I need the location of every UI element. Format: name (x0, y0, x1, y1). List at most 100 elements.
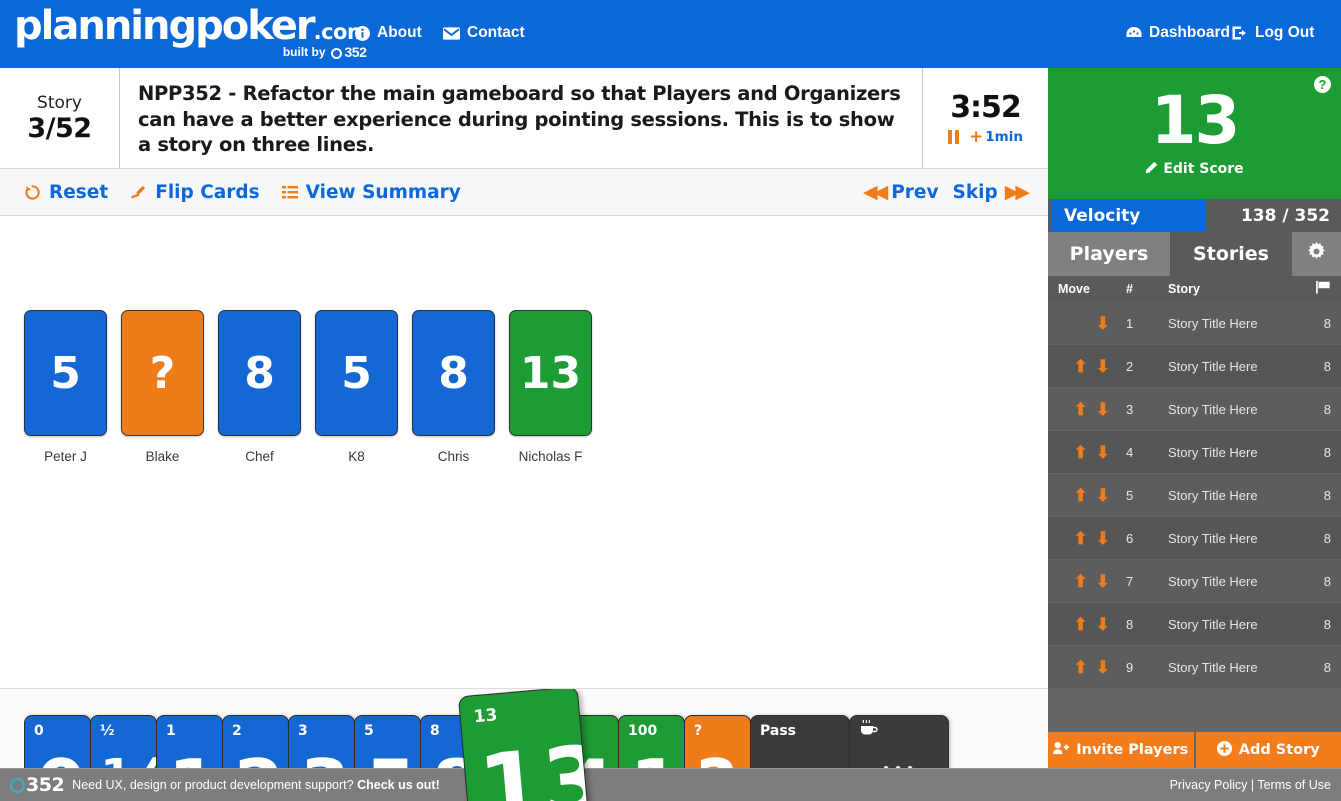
table-row[interactable]: ⬆ ⬇ 5 Story Title Here 8 (1048, 474, 1341, 517)
edit-score-button[interactable]: Edit Score (1145, 161, 1244, 178)
logout-link[interactable]: Log Out (1232, 24, 1314, 42)
row-number: 4 (1126, 444, 1134, 460)
pause-icon[interactable] (948, 130, 960, 144)
row-story-title: Story Title Here (1168, 315, 1258, 331)
move-up-icon[interactable]: ⬆ (1074, 659, 1088, 676)
deck-card-selected-13[interactable]: 13 13 (457, 689, 593, 801)
story-counter-label: Story (37, 93, 82, 113)
move-down-icon[interactable]: ⬇ (1096, 358, 1110, 375)
dashboard-link[interactable]: Dashboard (1126, 24, 1230, 42)
help-icon[interactable]: ? (1314, 76, 1331, 93)
gavel-icon (130, 184, 147, 201)
footer-right: Privacy Policy | Terms of Use (1170, 778, 1341, 792)
column-header-number: # (1126, 282, 1133, 296)
move-up-icon[interactable]: ⬆ (1074, 616, 1088, 633)
table-row[interactable]: ⬆ ⬇ 3 Story Title Here 8 (1048, 388, 1341, 431)
table-row[interactable]: ⬆ ⬇ 9 Story Title Here 8 (1048, 646, 1341, 689)
prev-story-button[interactable]: ◀◀ Prev (863, 182, 939, 203)
row-move-controls: ⬆ ⬇ (1048, 401, 1126, 418)
row-move-controls: ⬆ ⬇ (1048, 358, 1126, 375)
envelope-icon (443, 26, 460, 40)
stories-list: ⬆ ⬇ 1 Story Title Here 8 ⬆ ⬇ 2 Story Tit… (1048, 302, 1341, 689)
add-story-button[interactable]: Add Story (1195, 732, 1341, 768)
player-name: Blake (145, 449, 180, 464)
skip-story-button[interactable]: Skip ▶▶ (953, 180, 1030, 203)
footer-352-logo[interactable]: 352 (10, 774, 65, 796)
row-story-title: Story Title Here (1168, 573, 1258, 589)
add-story-label: Add Story (1238, 742, 1320, 758)
players-area: 5 Peter J ? Blake 8 Chef 5 K8 8 Chris 13… (0, 216, 1048, 688)
player-vote-card[interactable]: 5 (315, 310, 398, 436)
player-name: K8 (348, 449, 365, 464)
move-up-icon[interactable]: ⬆ (1074, 401, 1088, 418)
player-vote-card[interactable]: 13 (509, 310, 592, 436)
add-minute-button[interactable]: + 1min (969, 128, 1023, 145)
deck-card-corner-label: 8 (430, 723, 440, 739)
footer-promo-text: Need UX, design or product development s… (72, 778, 440, 792)
move-up-icon[interactable]: ⬆ (1074, 358, 1088, 375)
row-points: 8 (1323, 401, 1331, 417)
edit-score-label: Edit Score (1163, 161, 1244, 177)
move-down-icon[interactable]: ⬇ (1096, 315, 1110, 332)
double-chevron-right-icon: ▶▶ (1004, 180, 1030, 203)
move-up-icon[interactable]: ⬆ (1074, 573, 1088, 590)
move-down-icon[interactable]: ⬇ (1096, 530, 1110, 547)
table-row[interactable]: ⬆ ⬇ 7 Story Title Here 8 (1048, 560, 1341, 603)
row-story-title: Story Title Here (1168, 358, 1258, 374)
list-icon (281, 185, 298, 200)
reset-icon (24, 184, 41, 201)
flag-icon (1316, 281, 1331, 297)
move-down-icon[interactable]: ⬇ (1096, 616, 1110, 633)
move-down-icon[interactable]: ⬇ (1096, 487, 1110, 504)
table-row[interactable]: ⬆ ⬇ 4 Story Title Here 8 (1048, 431, 1341, 474)
table-row[interactable]: ⬆ ⬇ 6 Story Title Here 8 (1048, 517, 1341, 560)
row-move-controls: ⬆ ⬇ (1048, 659, 1126, 676)
contact-link[interactable]: Contact (443, 24, 525, 42)
planning-poker-app: planningpoker.com built by 352 About Con… (0, 0, 1341, 801)
contact-label: Contact (467, 24, 525, 41)
move-up-icon[interactable]: ⬆ (1074, 530, 1088, 547)
flip-cards-label: Flip Cards (155, 181, 260, 203)
player-vote-card[interactable]: ? (121, 310, 204, 436)
tab-settings[interactable] (1292, 232, 1341, 276)
row-number: 1 (1126, 315, 1134, 331)
player-name: Nicholas F (518, 449, 583, 464)
table-row[interactable]: ⬆ ⬇ 8 Story Title Here 8 (1048, 603, 1341, 646)
move-down-icon[interactable]: ⬇ (1096, 573, 1110, 590)
player-vote-card[interactable]: 8 (218, 310, 301, 436)
move-down-icon[interactable]: ⬇ (1096, 401, 1110, 418)
player-vote-value: 13 (519, 347, 582, 399)
site-logo[interactable]: planningpoker.com built by 352 (14, 6, 369, 60)
view-summary-label: View Summary (305, 181, 461, 203)
reset-button[interactable]: Reset (24, 182, 108, 203)
row-points: 8 (1323, 487, 1331, 503)
tab-stories[interactable]: Stories (1170, 232, 1292, 276)
row-story-title: Story Title Here (1168, 487, 1258, 503)
table-row[interactable]: ⬆ ⬇ 2 Story Title Here 8 (1048, 345, 1341, 388)
player-vote-value: 5 (341, 347, 372, 399)
footer-separator: | (1247, 778, 1258, 792)
footer-promo-link[interactable]: Check us out! (357, 778, 440, 792)
invite-players-button[interactable]: Invite Players (1048, 732, 1194, 768)
table-row[interactable]: ⬆ ⬇ 1 Story Title Here 8 (1048, 302, 1341, 345)
move-down-icon[interactable]: ⬇ (1096, 444, 1110, 461)
built-by-label: built by (282, 45, 326, 59)
row-number: 5 (1126, 487, 1134, 503)
move-up-icon[interactable]: ⬆ (1074, 487, 1088, 504)
player-vote-card[interactable]: 5 (24, 310, 107, 436)
move-down-icon[interactable]: ⬇ (1096, 659, 1110, 676)
stories-table-header: Move # Story (1048, 276, 1341, 302)
column-header-points (1305, 281, 1341, 297)
deck-card-corner-label: 5 (364, 723, 374, 739)
tab-players[interactable]: Players (1048, 232, 1170, 276)
round-timer: 3:52 + 1min (922, 68, 1048, 168)
about-link[interactable]: About (355, 24, 422, 42)
terms-of-use-link[interactable]: Terms of Use (1257, 778, 1331, 792)
deck-card-corner-label: 13 (472, 705, 499, 728)
view-summary-button[interactable]: View Summary (281, 181, 461, 203)
privacy-policy-link[interactable]: Privacy Policy (1170, 778, 1248, 792)
player-vote-card[interactable]: 8 (412, 310, 495, 436)
deck-card-corner-label: Pass (760, 723, 796, 739)
move-up-icon[interactable]: ⬆ (1074, 444, 1088, 461)
flip-cards-button[interactable]: Flip Cards (130, 181, 260, 203)
